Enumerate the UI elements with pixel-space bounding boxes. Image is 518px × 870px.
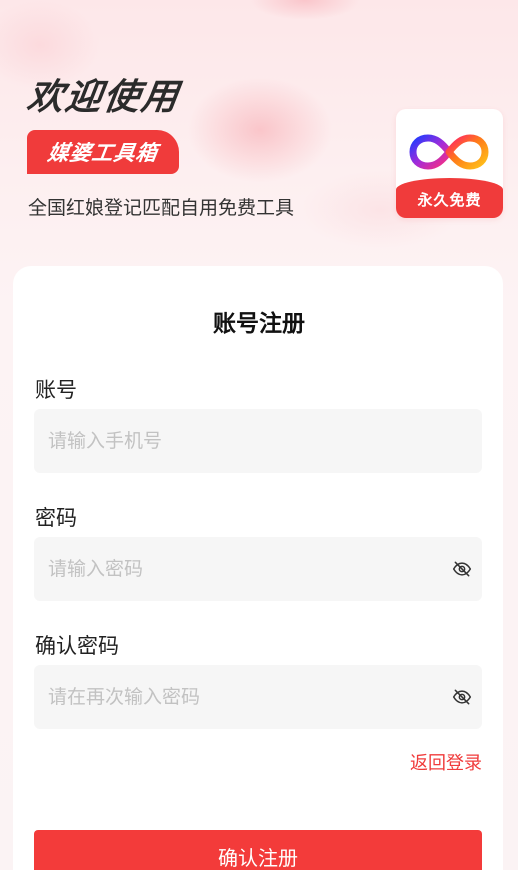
password-label: 密码	[35, 506, 77, 530]
confirm-password-input[interactable]	[48, 665, 428, 729]
infinity-logo-icon	[409, 134, 489, 170]
brand-badge: 媒婆工具箱	[27, 130, 179, 174]
logo-tag-strip: 永久免费	[396, 178, 503, 218]
app-logo: 永久免费	[396, 109, 503, 218]
account-input[interactable]	[48, 409, 428, 473]
logo-tag-label: 永久免费	[417, 190, 482, 209]
account-field[interactable]	[34, 409, 482, 473]
app-subtitle: 全国红娘登记匹配自用免费工具	[28, 197, 295, 219]
form-title: 账号注册	[213, 311, 305, 337]
welcome-heading: 欢迎使用	[24, 77, 183, 118]
password-input[interactable]	[48, 537, 428, 601]
password-field[interactable]	[34, 537, 482, 601]
brand-name: 媒婆工具箱	[46, 141, 160, 165]
eye-off-icon[interactable]	[452, 559, 472, 579]
confirm-register-button[interactable]: 确认注册	[34, 830, 482, 870]
background-decoration	[250, 0, 360, 20]
background-decoration	[185, 75, 335, 185]
confirm-password-label: 确认密码	[35, 634, 119, 658]
back-to-login-link[interactable]: 返回登录	[410, 749, 482, 775]
eye-off-icon[interactable]	[452, 687, 472, 707]
account-label: 账号	[35, 378, 77, 402]
confirm-password-field[interactable]	[34, 665, 482, 729]
